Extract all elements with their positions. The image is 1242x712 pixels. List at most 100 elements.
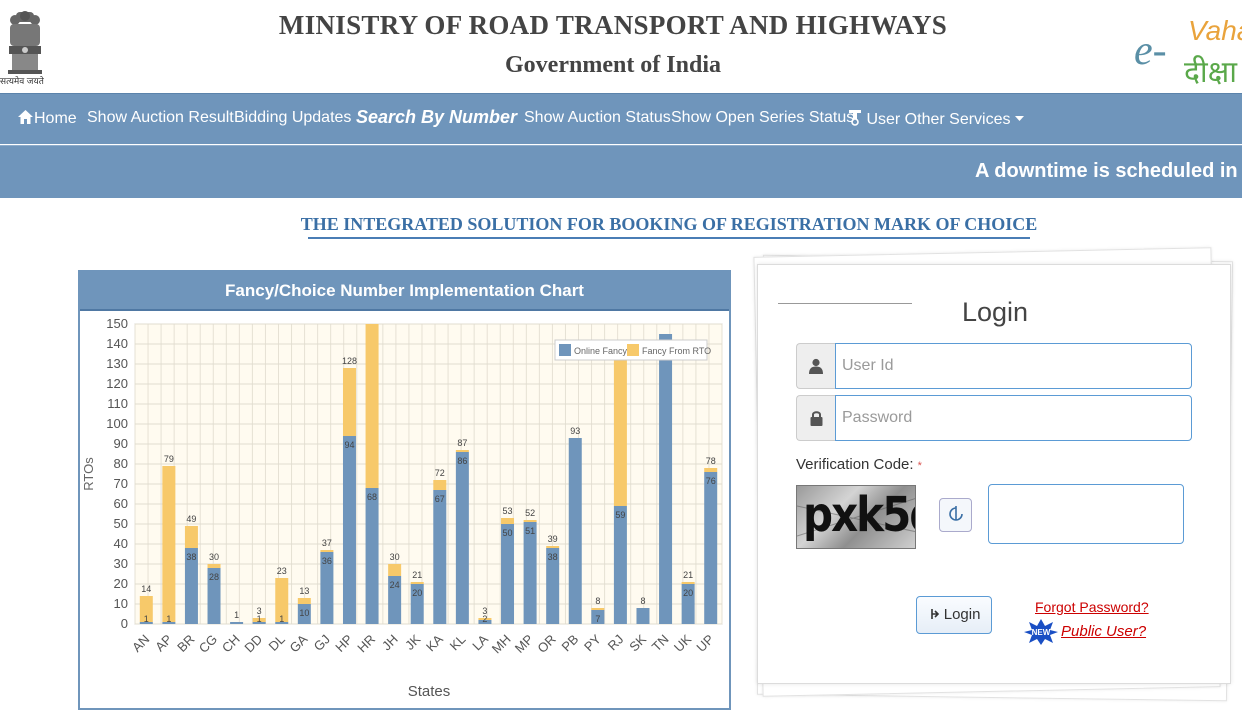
captcha-refresh-button[interactable] — [939, 498, 972, 532]
x-tick-label: BR — [174, 632, 197, 655]
y-tick-label: 100 — [106, 416, 128, 431]
data-label-online: 1 — [144, 614, 149, 624]
x-tick-label: GA — [287, 631, 311, 655]
x-tick-label: UP — [693, 632, 716, 655]
y-tick-label: 10 — [114, 596, 128, 611]
bar-online-fancy — [613, 506, 627, 624]
data-label-online: 36 — [322, 556, 332, 566]
bar-online-fancy — [433, 490, 447, 624]
data-label-online: 38 — [548, 552, 558, 562]
y-tick-label: 150 — [106, 316, 128, 331]
sign-in-icon — [930, 609, 939, 619]
x-tick-label: PB — [559, 632, 582, 655]
bar-fancy-from-rto — [207, 564, 221, 568]
data-label-total: 49 — [186, 514, 196, 524]
bar-online-fancy — [365, 488, 379, 624]
login-button[interactable]: Login — [916, 596, 992, 634]
data-label-total: 8 — [595, 596, 600, 606]
bar-fancy-from-rto — [704, 468, 718, 472]
user-icon — [809, 358, 823, 374]
x-tick-label: HP — [332, 632, 355, 655]
user-id-input[interactable] — [835, 343, 1192, 389]
bar-fancy-from-rto — [613, 356, 627, 506]
nav-search-by-number[interactable]: Search By Number — [356, 107, 517, 128]
site-header: सत्यमेव जयते MINISTRY OF ROAD TRANSPORT … — [0, 0, 1242, 93]
data-label-total: 78 — [706, 456, 716, 466]
data-label-total: 37 — [322, 538, 332, 548]
bar-online-fancy — [455, 452, 469, 624]
x-tick-label: CG — [196, 632, 220, 656]
captcha-input[interactable] — [988, 484, 1184, 544]
bar-online-fancy — [636, 608, 650, 624]
legend-label-online: Online Fancy — [574, 346, 628, 356]
bar-online-fancy — [568, 438, 582, 624]
x-tick-label: KA — [423, 631, 446, 654]
nav-user-other-services-label: User Other Services — [866, 111, 1011, 128]
x-tick-label: DD — [241, 632, 265, 656]
nav-show-open-series-status[interactable]: Show Open Series Status — [671, 109, 854, 127]
svg-text:दीक्षा: दीक्षा — [1184, 55, 1238, 90]
data-label-online: 2 — [482, 614, 487, 624]
captcha-text: pxk5d — [803, 486, 915, 543]
svg-text:NEW: NEW — [1032, 628, 1051, 637]
refresh-icon — [948, 506, 963, 521]
bar-online-fancy — [230, 622, 244, 624]
data-label-total: 30 — [390, 552, 400, 562]
verification-label-text: Verification Code: — [796, 456, 914, 473]
y-tick-label: 40 — [114, 536, 128, 551]
data-label-total: 13 — [299, 586, 309, 596]
y-axis-label: RTOs — [81, 457, 96, 491]
data-label-total: 21 — [412, 570, 422, 580]
caret-down-icon — [1014, 116, 1024, 121]
nav-bidding-updates[interactable]: Bidding Updates — [234, 109, 351, 127]
bar-online-fancy — [342, 436, 356, 624]
nav-user-other-services[interactable]: User Other Services — [848, 109, 1024, 129]
lock-icon — [810, 411, 822, 426]
data-label-online: 76 — [706, 476, 716, 486]
data-label-total: 23 — [277, 566, 287, 576]
bar-fancy-from-rto — [388, 564, 402, 576]
bar-fancy-from-rto — [433, 480, 447, 490]
nav-show-auction-result[interactable]: Show Auction Result — [87, 109, 234, 127]
x-tick-label: RJ — [605, 632, 627, 654]
data-label-online: 38 — [186, 552, 196, 562]
password-input[interactable] — [835, 395, 1192, 441]
login-button-label: Login — [943, 606, 981, 623]
bar-fancy-from-rto — [681, 582, 695, 584]
verification-label: Verification Code: * — [796, 456, 922, 473]
y-tick-label: 60 — [114, 496, 128, 511]
data-label-online: 20 — [412, 588, 422, 598]
data-label-online: 24 — [390, 580, 400, 590]
bar-fancy-from-rto — [320, 550, 334, 552]
data-label-total: 53 — [503, 506, 513, 516]
data-label-total: 72 — [435, 468, 445, 478]
data-label-online: 94 — [344, 440, 354, 450]
bar-fancy-from-rto — [162, 466, 176, 622]
nav-home[interactable]: Home — [17, 109, 77, 128]
svg-text:e-: e- — [1134, 28, 1167, 74]
data-label-online: 28 — [209, 572, 219, 582]
data-label-total: 87 — [457, 438, 467, 448]
data-label-total: 52 — [525, 508, 535, 518]
tagline: THE INTEGRATED SOLUTION FOR BOOKING OF R… — [300, 214, 1038, 234]
forgot-password-link[interactable]: Forgot Password? — [1035, 599, 1149, 615]
x-tick-label: JK — [402, 631, 424, 653]
bar-fancy-from-rto — [410, 582, 424, 584]
y-tick-label: 30 — [114, 556, 128, 571]
data-label-online: 7 — [595, 614, 600, 624]
x-tick-label: LA — [469, 631, 491, 653]
bar-online-fancy — [704, 472, 718, 624]
data-label-total: 128 — [342, 356, 357, 366]
public-user-link[interactable]: Public User? — [1061, 623, 1146, 640]
new-badge-icon: NEW — [1024, 619, 1058, 645]
bar-fancy-from-rto — [342, 368, 356, 436]
data-label-total: 14 — [141, 584, 151, 594]
nav-show-auction-status[interactable]: Show Auction Status — [524, 109, 671, 127]
data-label-online: 68 — [367, 492, 377, 502]
bar-fancy-from-rto — [365, 324, 379, 488]
y-tick-label: 130 — [106, 356, 128, 371]
data-label-online: 1 — [166, 614, 171, 624]
legend-swatch-online — [559, 344, 571, 356]
chart-panel: Fancy/Choice Number Implementation Chart… — [78, 270, 731, 710]
x-tick-label: KL — [447, 632, 469, 654]
